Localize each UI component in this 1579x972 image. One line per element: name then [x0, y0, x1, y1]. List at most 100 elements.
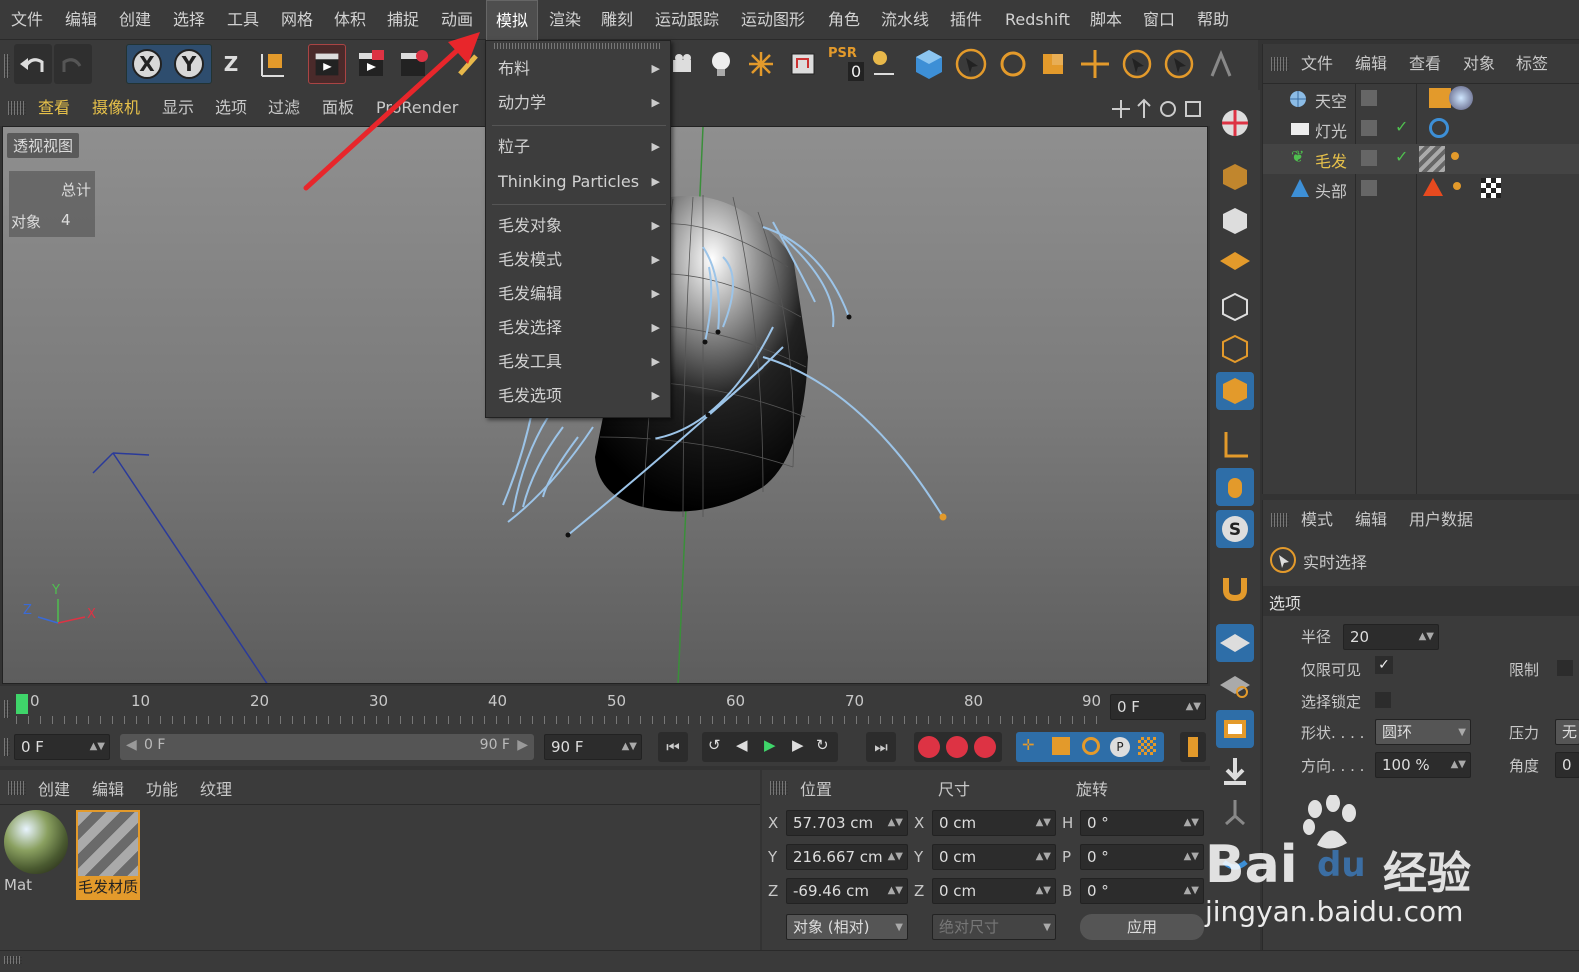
attribute-manager-grip[interactable] [1271, 513, 1289, 527]
rotate-tool-button[interactable] [994, 44, 1032, 84]
menu-item-hair-mode[interactable]: 毛发模式 ▶ [498, 245, 664, 275]
menu-item-hair-selection[interactable]: 毛发选择 ▶ [498, 313, 664, 343]
size-y-input[interactable]: 0 cm ▲▼ [932, 844, 1056, 870]
am-menu-user-data[interactable]: 用户数据 [1409, 500, 1473, 540]
menu-item-particles[interactable]: 粒子 ▶ [498, 132, 664, 162]
spinner-icon[interactable]: ▲▼ [1036, 879, 1051, 903]
material-slot-mat[interactable]: Mat [4, 810, 68, 900]
start-frame-field[interactable]: 0 F ▲▼ [14, 734, 110, 760]
menu-script[interactable]: 脚本 [1081, 0, 1131, 40]
rotation-h-input[interactable]: 0 ° ▲▼ [1080, 810, 1204, 836]
menu-edit[interactable]: 编辑 [56, 0, 106, 40]
enabled-check-icon[interactable]: ✓ [1395, 147, 1408, 166]
om-menu-edit[interactable]: 编辑 [1355, 44, 1387, 84]
axis-mode-button[interactable] [1216, 426, 1254, 464]
solo-button[interactable]: S [1216, 510, 1254, 548]
spinner-icon[interactable]: ▲▼ [1184, 811, 1199, 835]
menu-file[interactable]: 文件 [2, 0, 52, 40]
coordinates-grip[interactable] [770, 781, 788, 795]
point-mode-button[interactable] [1216, 288, 1254, 326]
menu-help[interactable]: 帮助 [1188, 0, 1238, 40]
spinner-icon[interactable]: ▲▼ [888, 811, 903, 835]
menu-mograph[interactable]: 运动图形 [732, 0, 814, 40]
hair-material-tag-icon[interactable] [1419, 146, 1445, 172]
key-scale-icon[interactable] [1052, 737, 1070, 755]
om-menu-objects[interactable]: 对象 [1463, 44, 1495, 84]
radius-input[interactable]: 20 ▲▼ [1343, 624, 1439, 650]
om-menu-file[interactable]: 文件 [1301, 44, 1333, 84]
enabled-check-icon[interactable]: ✓ [1395, 117, 1408, 136]
menu-window[interactable]: 窗口 [1134, 0, 1184, 40]
om-menu-tags[interactable]: 标签 [1516, 44, 1548, 84]
loop-forward-icon[interactable]: ↻ [816, 736, 829, 754]
viewport-frame-button[interactable] [1216, 710, 1254, 748]
mm-menu-function[interactable]: 功能 [146, 776, 178, 800]
material-tag-icon[interactable] [1449, 86, 1473, 110]
axis-y-button[interactable]: Y [170, 44, 208, 84]
size-x-input[interactable]: 0 cm ▲▼ [932, 810, 1056, 836]
menu-tools[interactable]: 工具 [218, 0, 268, 40]
spinner-icon[interactable]: ▲▼ [1036, 845, 1051, 869]
object-row-hair[interactable]: ❦ 毛发 ✓ [1263, 144, 1579, 174]
timeline-grip[interactable] [4, 700, 10, 718]
key-pla-icon[interactable] [1138, 737, 1156, 755]
options-section-header[interactable]: 选项 [1263, 586, 1579, 616]
deformer-button[interactable] [784, 44, 822, 84]
object-row-head[interactable]: 头部 [1263, 174, 1579, 204]
selection-tool-2-button[interactable] [1160, 44, 1198, 84]
viewport-nav-icons[interactable] [1108, 98, 1204, 120]
size-mode-dropdown[interactable]: 绝对尺寸 ▼ [932, 914, 1056, 940]
menu-item-hair-edit[interactable]: 毛发编辑 ▶ [498, 279, 664, 309]
menu-tear-grip[interactable] [494, 43, 662, 49]
go-to-end-button[interactable]: ⏭ [866, 732, 896, 762]
menu-simulate[interactable]: 模拟 [486, 0, 539, 40]
spinner-icon[interactable]: ▲▼ [1184, 845, 1199, 869]
frame-range-slider[interactable]: ◀ 0 F 90 F ▶ [120, 734, 534, 760]
viewport-menu-display[interactable]: 显示 [162, 90, 194, 126]
axis-z-button[interactable]: Z [212, 44, 250, 84]
current-frame-field[interactable]: 0 F ▲▼ [1110, 694, 1206, 720]
light-button[interactable] [702, 44, 740, 84]
texture-tag-icon[interactable] [1481, 178, 1501, 198]
make-editable-button[interactable] [1216, 104, 1254, 142]
position-y-input[interactable]: 216.667 cm ▲▼ [786, 844, 908, 870]
menu-character[interactable]: 角色 [819, 0, 869, 40]
target-tag-icon[interactable] [1429, 118, 1449, 138]
spinner-icon[interactable]: ▲▼ [622, 735, 637, 759]
snap-button[interactable] [1216, 568, 1254, 606]
spinner-icon[interactable]: ▲▼ [888, 879, 903, 903]
select-lock-checkbox[interactable] [1375, 692, 1391, 708]
object-manager-grip[interactable] [1271, 57, 1289, 71]
shape-dropdown[interactable]: 圆环 ▼ [1375, 719, 1471, 745]
undo-button[interactable] [14, 44, 52, 84]
spinner-icon[interactable]: ▲▼ [90, 735, 105, 759]
menu-select[interactable]: 选择 [164, 0, 214, 40]
axis-x-button[interactable]: X [128, 44, 166, 84]
menu-create[interactable]: 创建 [110, 0, 160, 40]
model-mode-button[interactable] [1216, 158, 1254, 196]
end-frame-field[interactable]: 90 F ▲▼ [544, 734, 642, 760]
timeline-settings-button[interactable] [1180, 732, 1206, 762]
live-selection-button[interactable] [952, 44, 990, 84]
mm-menu-edit[interactable]: 编辑 [92, 776, 124, 800]
key-rotation-icon[interactable] [1082, 737, 1100, 755]
pressure-dropdown[interactable]: 无 [1555, 719, 1579, 745]
loop-back-icon[interactable]: ↺ [708, 736, 721, 754]
hair-tag-icon[interactable] [1453, 182, 1461, 190]
spinner-icon[interactable]: ▲▼ [1184, 879, 1199, 903]
rotation-b-input[interactable]: 0 ° ▲▼ [1080, 878, 1204, 904]
angle-input[interactable]: 0 [1555, 752, 1579, 778]
sky-tag-icon[interactable] [1429, 88, 1451, 108]
viewport-menu-camera[interactable]: 摄像机 [92, 90, 140, 126]
cube-button[interactable] [910, 44, 948, 84]
am-menu-edit[interactable]: 编辑 [1355, 500, 1387, 540]
om-menu-view[interactable]: 查看 [1409, 44, 1441, 84]
am-menu-mode[interactable]: 模式 [1301, 500, 1333, 540]
menu-pipeline[interactable]: 流水线 [872, 0, 938, 40]
move-tool-button[interactable] [1076, 44, 1114, 84]
workplane-rotate-button[interactable] [1216, 666, 1254, 704]
playbar-grip[interactable] [4, 738, 10, 756]
viewport-grip[interactable] [8, 101, 26, 115]
visibility-toggle[interactable] [1361, 150, 1377, 166]
menu-motion-tracking[interactable]: 运动跟踪 [646, 0, 728, 40]
